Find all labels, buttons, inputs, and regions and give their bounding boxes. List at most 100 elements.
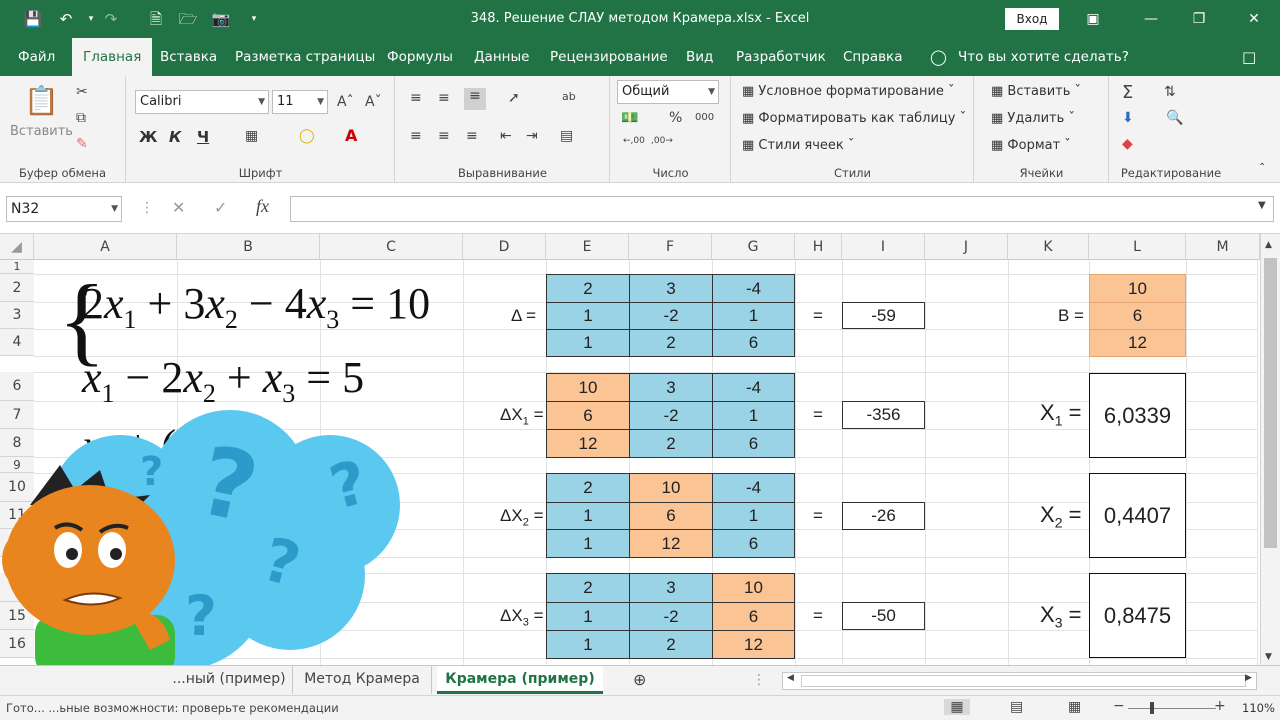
conditional-format-button[interactable]: ▦ Условное форматирование ˇ xyxy=(742,84,955,99)
column-header[interactable]: M xyxy=(1186,234,1260,260)
matrix-cell[interactable]: 1 xyxy=(712,401,795,430)
tell-me-box[interactable]: Что вы хотите сделать? xyxy=(958,38,1129,76)
zoom-slider[interactable] xyxy=(1128,708,1216,709)
align-right-icon[interactable]: ≡ xyxy=(466,128,478,144)
format-cells-button[interactable]: ▦ Формат ˇ xyxy=(991,138,1071,153)
row-header[interactable]: 3 xyxy=(0,302,34,329)
matrix-cell[interactable]: 2 xyxy=(629,329,713,357)
row-header[interactable]: 6 xyxy=(0,372,34,401)
restore-icon[interactable]: ❐ xyxy=(1188,8,1210,30)
copy-icon[interactable]: ⧉ xyxy=(76,110,86,126)
matrix-cell[interactable]: 2 xyxy=(629,429,713,458)
matrix-cell[interactable]: -2 xyxy=(629,302,713,330)
align-bottom-icon[interactable]: ≡ xyxy=(464,88,486,110)
column-header[interactable]: I xyxy=(842,234,925,260)
tab-view[interactable]: Вид xyxy=(686,38,713,76)
tab-developer[interactable]: Разработчик xyxy=(736,38,826,76)
tab-home[interactable]: Главная xyxy=(72,38,153,76)
decrease-decimal-icon[interactable]: ,00→ xyxy=(651,136,673,146)
matrix-cell[interactable]: 6 xyxy=(712,329,795,357)
b-cell[interactable]: 10 xyxy=(1089,274,1186,303)
fill-icon[interactable]: ⬇ xyxy=(1122,110,1134,126)
zoom-in-icon[interactable]: + xyxy=(1214,698,1226,714)
scroll-thumb[interactable] xyxy=(1264,258,1277,548)
matrix-cell[interactable]: -2 xyxy=(629,602,713,631)
scroll-down-icon[interactable]: ▼ xyxy=(1265,652,1272,662)
number-format-select[interactable]: Общий ▼ xyxy=(617,80,719,104)
zoom-out-icon[interactable]: − xyxy=(1113,698,1125,714)
column-header[interactable]: K xyxy=(1008,234,1089,260)
answer-value[interactable]: 0,8475 xyxy=(1089,573,1186,658)
row-header[interactable]: 1 xyxy=(0,260,34,274)
align-middle-icon[interactable]: ≡ xyxy=(438,90,450,106)
column-header[interactable]: E xyxy=(546,234,629,260)
comma-style-icon[interactable]: 000 xyxy=(695,112,714,123)
currency-icon[interactable]: 💵 xyxy=(621,110,638,126)
tab-insert[interactable]: Вставка xyxy=(160,38,217,76)
scroll-right-icon[interactable]: ▶ xyxy=(1245,673,1252,683)
matrix-cell[interactable]: 12 xyxy=(546,429,630,458)
sheet-tab[interactable]: ...ный (пример) xyxy=(170,666,288,694)
column-header[interactable]: G xyxy=(712,234,795,260)
matrix-cell[interactable]: 2 xyxy=(546,473,630,503)
increase-font-icon[interactable]: Aˆ xyxy=(337,94,354,110)
decrease-font-icon[interactable]: Aˇ xyxy=(365,94,382,110)
matrix-cell[interactable]: -4 xyxy=(712,373,795,402)
column-header[interactable]: L xyxy=(1089,234,1186,260)
sort-filter-icon[interactable]: ⇅ xyxy=(1164,84,1176,100)
matrix-cell[interactable]: 6 xyxy=(712,429,795,458)
matrix-cell[interactable]: 1 xyxy=(712,302,795,330)
format-as-table-button[interactable]: ▦ Форматировать как таблицу ˇ xyxy=(742,111,966,126)
row-header[interactable]: 2 xyxy=(0,274,34,302)
matrix-cell[interactable]: 3 xyxy=(629,373,713,402)
matrix-cell[interactable]: 6 xyxy=(629,502,713,530)
decrease-indent-icon[interactable]: ⇤ xyxy=(500,128,512,144)
matrix-cell[interactable]: 6 xyxy=(546,401,630,430)
cancel-icon[interactable]: ✕ xyxy=(172,198,185,217)
page-break-view-icon[interactable]: ▦ xyxy=(1068,699,1081,715)
matrix-cell[interactable]: 10 xyxy=(712,573,795,603)
vertical-scrollbar[interactable]: ▲ ▼ xyxy=(1260,234,1280,665)
delete-cells-button[interactable]: ▦ Удалить ˇ xyxy=(991,111,1075,126)
clear-icon[interactable]: ◆ xyxy=(1122,136,1133,152)
scroll-up-icon[interactable]: ▲ xyxy=(1265,240,1272,250)
row-header[interactable]: 4 xyxy=(0,329,34,356)
formula-input[interactable] xyxy=(290,196,1274,222)
matrix-cell[interactable]: 10 xyxy=(546,373,630,402)
percent-icon[interactable]: % xyxy=(669,110,682,126)
tab-file[interactable]: Файл xyxy=(18,38,55,76)
matrix-cell[interactable]: 2 xyxy=(546,573,630,603)
tab-help[interactable]: Справка xyxy=(843,38,902,76)
underline-button[interactable]: Ч xyxy=(197,128,209,146)
select-all-corner[interactable]: ◢ xyxy=(0,234,34,260)
align-left-icon[interactable]: ≡ xyxy=(410,128,422,144)
matrix-cell[interactable]: 1 xyxy=(546,602,630,631)
horizontal-scrollbar[interactable]: ◀ ▶ xyxy=(782,672,1257,690)
align-center-icon[interactable]: ≡ xyxy=(438,128,450,144)
increase-indent-icon[interactable]: ⇥ xyxy=(526,128,538,144)
tab-formulas[interactable]: Формулы xyxy=(387,38,453,76)
tab-page-layout[interactable]: Разметка страницы xyxy=(235,38,375,76)
collapse-ribbon-icon[interactable]: ⌃ xyxy=(1258,162,1266,173)
paste-button[interactable]: Вставить xyxy=(10,124,73,139)
matrix-cell[interactable]: 1 xyxy=(546,630,630,659)
column-header[interactable]: F xyxy=(629,234,712,260)
matrix-cell[interactable]: 1 xyxy=(546,302,630,330)
matrix-cell[interactable]: 1 xyxy=(546,529,630,558)
zoom-level[interactable]: 110% xyxy=(1242,701,1275,715)
tab-data[interactable]: Данные xyxy=(474,38,529,76)
bold-button[interactable]: Ж xyxy=(139,128,157,146)
insert-function-icon[interactable]: fx xyxy=(256,196,269,217)
column-header[interactable]: J xyxy=(925,234,1008,260)
increase-decimal-icon[interactable]: ←,00 xyxy=(623,136,645,146)
borders-icon[interactable]: ▦ xyxy=(245,128,258,144)
expand-formula-icon[interactable]: ▼ xyxy=(1258,200,1266,211)
matrix-cell[interactable]: 12 xyxy=(712,630,795,659)
b-cell[interactable]: 12 xyxy=(1089,329,1186,357)
add-sheet-icon[interactable]: ⊕ xyxy=(633,670,646,689)
tab-review[interactable]: Рецензирование xyxy=(550,38,668,76)
hscroll-thumb[interactable] xyxy=(801,675,1246,687)
comments-icon[interactable]: □ xyxy=(1242,38,1256,76)
column-header[interactable]: C xyxy=(320,234,463,260)
matrix-cell[interactable]: 3 xyxy=(629,274,713,303)
